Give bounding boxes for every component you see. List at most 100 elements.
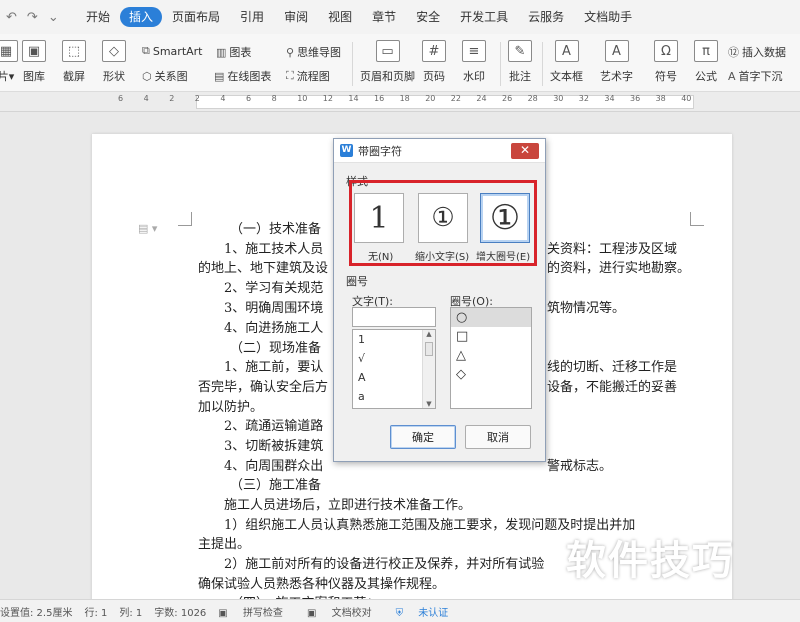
style-enlarge-option[interactable]: ① <box>480 193 530 243</box>
style-group-label: 样式 <box>346 175 368 188</box>
enclosure-option[interactable]: ○ <box>451 308 531 327</box>
symbol-button[interactable]: Ω 符号 <box>654 40 678 84</box>
wordart-button[interactable]: A 艺术字 <box>600 40 633 84</box>
close-button[interactable]: ✕ <box>511 143 539 159</box>
ruler-tick-label: 30 <box>553 94 564 103</box>
redo-icon[interactable]: ↷ <box>27 10 38 25</box>
watermark-text: 软件技巧 <box>566 538 734 584</box>
header-footer-button[interactable]: ▭ 页眉和页脚 <box>360 40 415 84</box>
ribbon-separator <box>352 42 353 86</box>
menu-tab[interactable]: 视图 <box>318 7 362 27</box>
status-line: 行: 1 <box>84 607 108 619</box>
document-line-fragment: 筑物情况等。 <box>547 301 626 316</box>
document-line-fragment: 关资料：工程涉及区域 <box>547 242 678 257</box>
menu-tab[interactable]: 云服务 <box>518 7 574 27</box>
enclosure-group-label: 圈号 <box>346 275 368 288</box>
shapes-button[interactable]: ◇ 形状 <box>102 40 126 84</box>
ruler-tick-label: 38 <box>655 94 666 103</box>
style-none-option[interactable]: 1 <box>354 193 404 243</box>
page-number-icon: # <box>422 40 446 62</box>
text-input[interactable] <box>352 307 436 327</box>
text-listbox[interactable]: 1 √ Aa ▲ ▼ <box>352 329 436 409</box>
menu-tab[interactable]: 安全 <box>406 7 450 27</box>
scroll-up-icon: ▲ <box>426 330 432 338</box>
header-footer-icon: ▭ <box>375 40 400 62</box>
scroll-thumb[interactable] <box>425 342 433 356</box>
menu-tab[interactable]: 章节 <box>362 7 406 27</box>
enclosure-listbox[interactable]: ○ □ △ ◇ <box>450 307 532 409</box>
doc-check-button[interactable]: ▣ 文档校对 <box>307 604 384 619</box>
page-number-button[interactable]: # 页码 <box>422 40 446 84</box>
menu-tab[interactable]: 插入 <box>120 7 163 27</box>
menu-tab[interactable]: 开始 <box>76 7 120 27</box>
ruler-tick-label: 28 <box>527 94 538 103</box>
relation-icon: ⬡ <box>142 69 152 83</box>
comment-button[interactable]: ✎ 批注 <box>508 40 532 84</box>
partial-button[interactable]: ▦ 片▾ <box>0 40 18 84</box>
spell-check-button[interactable]: ▣ 拼写检查 <box>218 604 295 619</box>
enclosure-options: ○ □ △ ◇ <box>451 308 531 384</box>
menu-tab[interactable]: 审阅 <box>274 7 318 27</box>
cancel-button[interactable]: 取消 <box>465 425 531 449</box>
enclosure-option[interactable]: □ <box>451 327 531 346</box>
ok-button[interactable]: 确定 <box>390 425 456 449</box>
document-line-fragment: 警戒标志。 <box>547 459 613 474</box>
ruler-tick-label: 4 <box>143 94 149 103</box>
customize-icon[interactable]: ⌄ <box>48 10 59 25</box>
formula-button[interactable]: π 公式 <box>694 40 718 84</box>
picture-button[interactable]: ▣ 图库 <box>22 40 46 84</box>
ruler-tick-label: 18 <box>399 94 410 103</box>
menu-tab[interactable]: 文档助手 <box>574 7 642 27</box>
document-line: 2）施工前对所有的设备进行校正及保养，并对所有试验 <box>224 557 545 572</box>
screenshot-button[interactable]: ⬚ 截屏 <box>62 40 86 84</box>
document-line: 4、向周围群众出 <box>224 459 324 474</box>
document-line: 主提出。 <box>198 537 251 552</box>
document-line: 1、施工前，要认 <box>224 360 324 375</box>
ruler-tick-label: 26 <box>502 94 513 103</box>
document-line: 确保试验人员熟悉各种仪器及其操作规程。 <box>198 577 446 592</box>
style-enlarge-glyph: ① <box>489 198 521 238</box>
status-word-count[interactable]: 字数: 1026 <box>154 604 206 619</box>
menu-tab[interactable]: 引用 <box>230 7 274 27</box>
ribbon-separator <box>500 42 501 86</box>
enclosure-option[interactable]: ◇ <box>451 365 531 384</box>
text-list-scrollbar[interactable]: ▲ ▼ <box>422 330 435 408</box>
document-line: 施工人员进场后，立即进行技术准备工作。 <box>224 498 472 513</box>
document-icon[interactable]: ▤ ▾ <box>138 222 157 235</box>
online-chart-button[interactable]: ▤ 在线图表 <box>214 68 271 84</box>
document-line: （三）施工准备 <box>230 478 322 493</box>
style-shrink-option[interactable]: ① <box>418 193 468 243</box>
menu-tab[interactable]: 页面布局 <box>162 7 230 27</box>
chart-button[interactable]: ▥ 图表 <box>216 44 251 60</box>
watermark-button[interactable]: ≡ 水印 <box>462 40 486 84</box>
certify-button[interactable]: ⛨ 未认证 <box>396 604 461 619</box>
enclosure-option[interactable]: △ <box>451 346 531 365</box>
document-line: （一）技术准备 <box>230 222 322 237</box>
flowchart-button[interactable]: ⛶ 流程图 <box>286 68 330 84</box>
ruler-tick-label: 36 <box>630 94 641 103</box>
smartart-button[interactable]: ⧉ SmartArt <box>142 44 203 58</box>
ribbon-separator <box>542 42 543 86</box>
dialog-title: 带圈字符 <box>358 144 402 158</box>
style-enlarge-label: 增大圈号(E) <box>476 252 531 263</box>
document-line: 4、向进扬施工人 <box>224 321 324 336</box>
insert-number-button[interactable]: ⑫ 插入数据 <box>728 44 786 60</box>
mindmap-icon: ⚲ <box>286 45 295 59</box>
undo-icon[interactable]: ↶ <box>6 10 17 25</box>
status-column: 列: 1 <box>119 607 143 619</box>
margin-corner <box>690 212 704 226</box>
status-position: 设置值: 2.5厘米 <box>0 607 73 619</box>
dialog-titlebar[interactable]: W 带圈字符 ✕ <box>334 139 545 163</box>
drop-cap-button[interactable]: A 首字下沉 <box>728 68 783 84</box>
textbox-button[interactable]: A 文本框 <box>550 40 583 84</box>
smartart-icon: ⧉ <box>142 44 150 57</box>
mindmap-button[interactable]: ⚲ 思维导图 <box>286 44 341 60</box>
insert-number-icon: ⑫ <box>728 46 739 59</box>
relation-button[interactable]: ⬡ 关系图 <box>142 68 188 84</box>
margin-corner <box>178 212 192 226</box>
menu-tab[interactable]: 开发工具 <box>450 7 518 27</box>
wps-logo-icon: W <box>340 144 353 157</box>
document-line: 的地上、地下建筑及设 <box>198 261 329 276</box>
ruler-tick-label: 2 <box>169 94 175 103</box>
document-line: 加以防护。 <box>198 400 264 415</box>
